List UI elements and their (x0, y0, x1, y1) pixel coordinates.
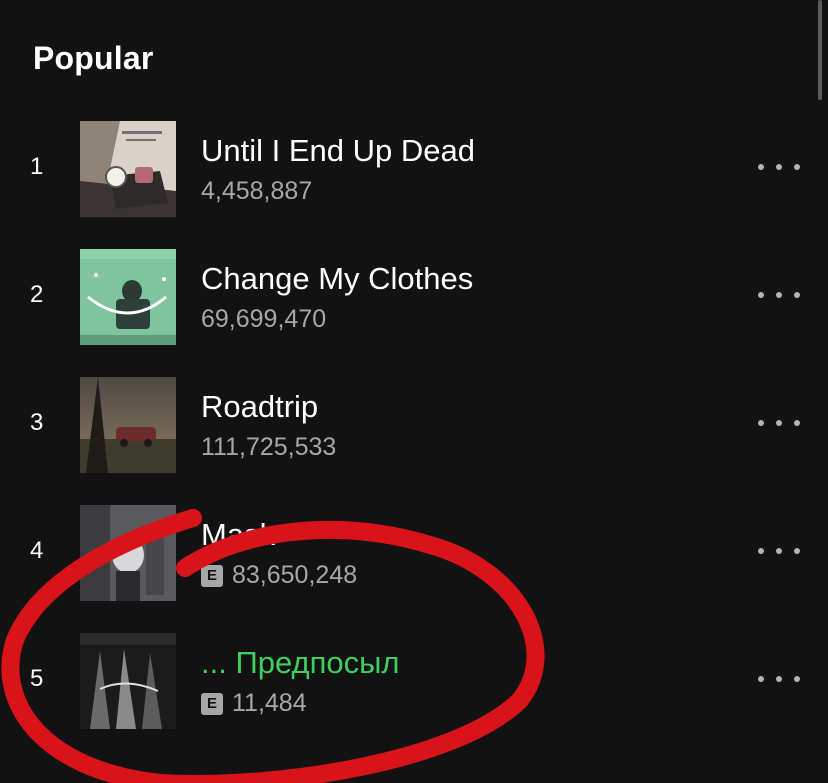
more-options-icon (758, 420, 764, 426)
explicit-badge: E (201, 692, 223, 715)
more-options-button[interactable] (758, 539, 800, 563)
track-meta: 69,699,470 (201, 305, 326, 334)
play-count: 69,699,470 (201, 305, 327, 333)
track-rank: 2 (30, 281, 44, 308)
play-count: 4,458,887 (201, 177, 313, 205)
scrollbar[interactable] (818, 0, 822, 100)
track-row[interactable]: 2 Change My Clothes 69,699,470 (0, 233, 828, 361)
play-count: 11,484 (232, 689, 307, 717)
album-cover (80, 633, 176, 729)
track-rank: 5 (30, 665, 44, 692)
track-meta: E 83,650,248 (201, 561, 357, 590)
album-cover (80, 249, 176, 345)
more-options-button[interactable] (758, 155, 800, 179)
track-meta: 111,725,533 (201, 433, 336, 462)
track-rank: 3 (30, 409, 44, 436)
album-cover (80, 505, 176, 601)
section-title: Popular (33, 40, 154, 76)
more-options-button[interactable] (758, 411, 800, 435)
album-cover (80, 377, 176, 473)
track-title[interactable]: Mask (201, 517, 275, 553)
track-meta: E 11,484 (201, 689, 307, 718)
more-options-button[interactable] (758, 283, 800, 307)
track-row[interactable]: 5 ... Предпосыл E 11,484 (0, 617, 828, 745)
track-rank: 1 (30, 153, 44, 180)
more-options-icon (758, 676, 764, 682)
track-title[interactable]: Change My Clothes (201, 261, 473, 297)
popular-tracks-screen: Popular 1 Until I End Up Dead 4,458,887 … (0, 0, 828, 783)
play-count: 111,725,533 (201, 433, 337, 461)
more-options-icon (758, 292, 764, 298)
track-title[interactable]: Roadtrip (201, 389, 318, 425)
track-title-now-playing[interactable]: ... Предпосыл (201, 645, 400, 681)
track-rank: 4 (30, 537, 44, 564)
play-count: 83,650,248 (232, 561, 358, 589)
more-options-button[interactable] (758, 667, 800, 691)
track-row[interactable]: 1 Until I End Up Dead 4,458,887 (0, 105, 828, 233)
track-list: 1 Until I End Up Dead 4,458,887 2 Change… (0, 105, 828, 745)
track-title[interactable]: Until I End Up Dead (201, 133, 475, 169)
explicit-badge: E (201, 564, 223, 587)
more-options-icon (758, 548, 764, 554)
track-meta: 4,458,887 (201, 177, 312, 206)
track-row[interactable]: 4 Mask E 83,650,248 (0, 489, 828, 617)
more-options-icon (758, 164, 764, 170)
album-cover (80, 121, 176, 217)
track-row[interactable]: 3 Roadtrip 111,725,533 (0, 361, 828, 489)
